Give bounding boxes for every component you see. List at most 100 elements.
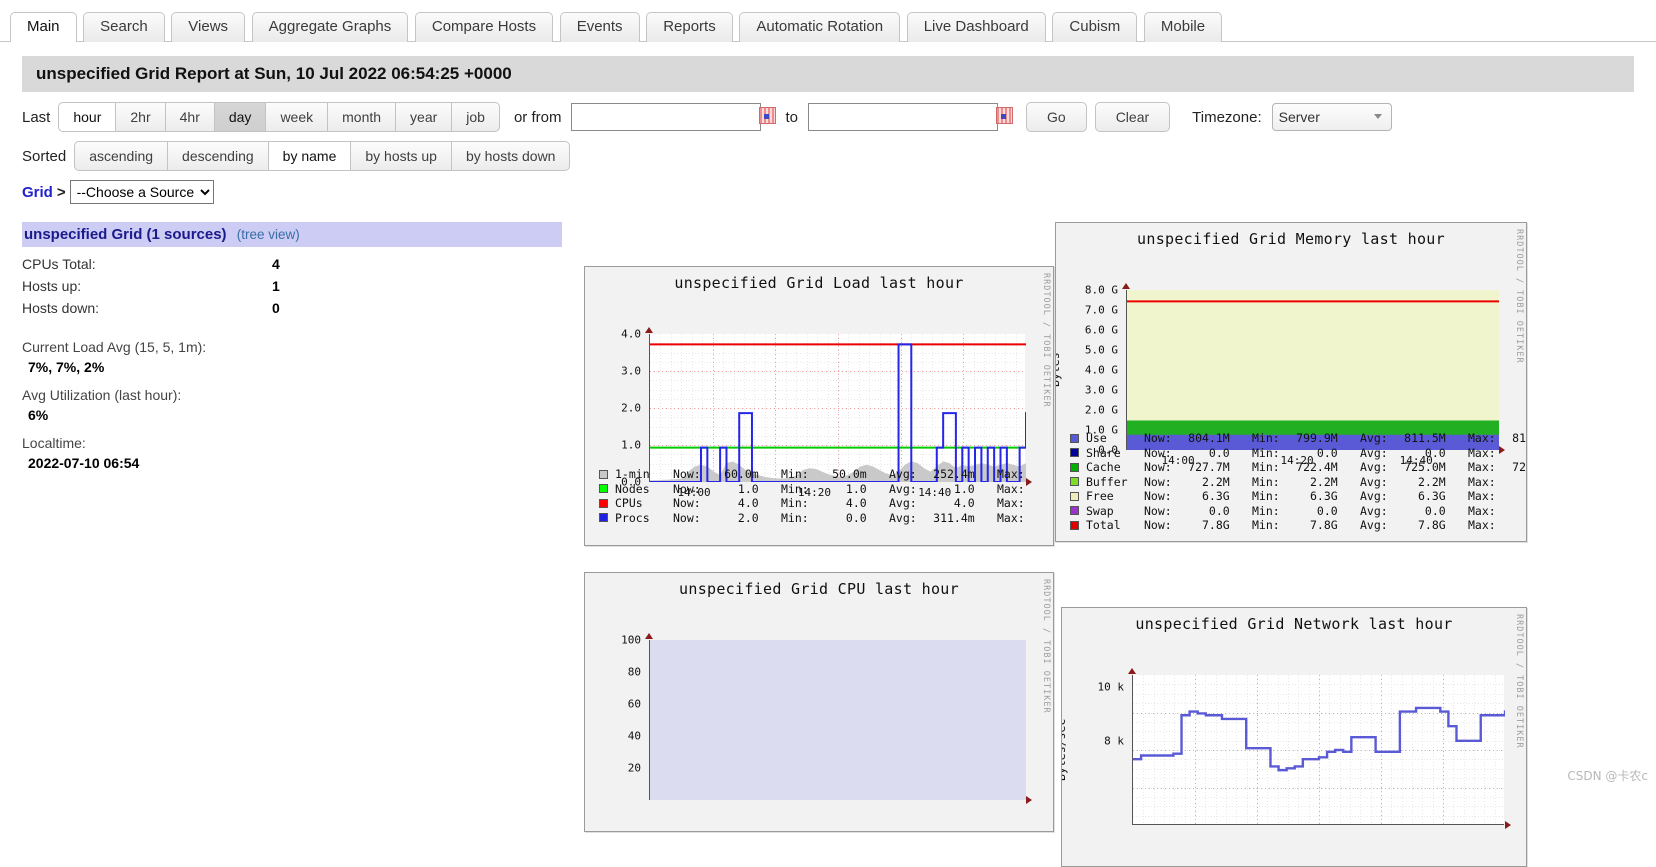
to-date-wrapper: [808, 103, 1013, 131]
range-4hr-button[interactable]: 4hr: [164, 102, 214, 132]
stat-value: 0: [272, 300, 280, 316]
legend-row: Total Now:7.8G Min:7.8G Avg:7.8G Max:7.8G: [1070, 518, 1526, 533]
tab-automatic-rotation[interactable]: Automatic Rotation: [739, 12, 901, 42]
legend-stat: Now: 727.7M: [1144, 460, 1230, 475]
tab-mobile[interactable]: Mobile: [1143, 12, 1223, 42]
sort-ascending-button[interactable]: ascending: [74, 141, 168, 171]
breadcrumb-grid-link[interactable]: Grid: [22, 184, 53, 201]
tab-reports[interactable]: Reports: [646, 12, 733, 42]
stat-row-hosts-down: Hosts down: 0: [22, 297, 562, 319]
source-select[interactable]: --Choose a Source: [69, 180, 214, 204]
tab-live-dashboard[interactable]: Live Dashboard: [906, 12, 1046, 42]
legend-row: Nodes Now:1.0 Min:1.0 Avg:1.0 Max:1.: [599, 481, 1053, 497]
from-date-input[interactable]: [571, 103, 762, 131]
report-controls: Last hour 2hr 4hr day week month year jo…: [0, 92, 1656, 204]
range-year-button[interactable]: year: [395, 102, 452, 132]
sorted-label: Sorted: [22, 147, 67, 165]
or-from-label: or from: [513, 108, 562, 126]
plot-canvas: [1126, 290, 1499, 450]
legend-color-swatch: [1070, 448, 1079, 458]
legend-color-swatch: [1070, 520, 1079, 530]
timezone-select[interactable]: Server: [1271, 103, 1392, 131]
legend-stat: Now: 4.0: [673, 496, 759, 511]
localtime-value: 2022-07-10 06:54: [28, 455, 140, 471]
legend-row: Free Now:6.3G Min:6.3G Avg:6.3G Max:6.3G: [1070, 489, 1526, 504]
last-label: Last: [22, 108, 51, 126]
stat-value: 4: [272, 256, 280, 272]
range-month-button[interactable]: month: [327, 102, 396, 132]
tab-aggregate-graphs[interactable]: Aggregate Graphs: [251, 12, 409, 42]
range-week-button[interactable]: week: [265, 102, 328, 132]
legend-row: Cache Now: 727.7M Min: 722.4M Avg: 725.0M Max: 7…: [1070, 460, 1526, 475]
plot-canvas: [649, 640, 1026, 800]
to-label: to: [785, 108, 798, 126]
page-watermark: CSDN @卡农c: [1567, 769, 1648, 783]
go-button[interactable]: Go: [1026, 102, 1087, 132]
legend-load: 1-min Now:60.0m Min:50.0m Avg:252.4m Max:810…: [599, 467, 1053, 525]
tab-main[interactable]: Main: [10, 12, 77, 42]
legend-series-name: Swap: [1086, 503, 1114, 518]
plot-canvas: [1132, 675, 1505, 825]
graph-panel-network[interactable]: unspecified Grid Network last hour RRDTO…: [1061, 607, 1527, 867]
to-date-input[interactable]: [808, 103, 998, 131]
tab-views[interactable]: Views: [171, 12, 246, 42]
legend-stat: Min: 799.9M: [1252, 431, 1338, 446]
timezone-select-wrapper: Server: [1262, 103, 1392, 131]
graph-panel-memory[interactable]: unspecified Grid Memory last hour RRDTOO…: [1055, 222, 1527, 542]
clear-button[interactable]: Clear: [1094, 102, 1171, 132]
legend-color-swatch: [1070, 462, 1079, 472]
legend-stat: Now: 0.0: [1144, 503, 1230, 518]
tab-compare-hosts[interactable]: Compare Hosts: [414, 12, 554, 42]
tab-events[interactable]: Events: [559, 12, 640, 42]
legend-stat: Min: 722.4M: [1252, 460, 1338, 475]
legend-stat: Max:7.8G: [1468, 518, 1496, 533]
range-hour-button[interactable]: hour: [58, 102, 116, 132]
range-job-button[interactable]: job: [451, 102, 500, 132]
legend-stat: Min: 1.0: [781, 481, 867, 496]
graph-panel-cpu[interactable]: unspecified Grid CPU last hour RRDTOOL /…: [584, 572, 1054, 832]
range-day-button[interactable]: day: [213, 102, 266, 132]
legend-stat: Min: 6.3G: [1252, 489, 1338, 504]
calendar-icon[interactable]: [759, 107, 777, 124]
localtime-label: Localtime:: [22, 435, 86, 451]
legend-stat: Min: 4.0: [781, 496, 867, 511]
y-axis-tick: 4.0 G: [1084, 363, 1118, 377]
axis-arrow-icon: [1026, 796, 1032, 804]
legend-stat: Avg: 4.0: [889, 496, 975, 511]
legend-stat: Max:2.2M: [1468, 474, 1496, 489]
legend-stat: Avg: 311.4m: [889, 510, 975, 525]
legend-series-name: 1-min: [615, 467, 650, 482]
legend-color-swatch: [599, 513, 608, 523]
tab-cubism[interactable]: Cubism: [1052, 12, 1138, 42]
plot-canvas: [649, 334, 1026, 482]
from-date-wrapper: [571, 103, 777, 131]
tab-search[interactable]: Search: [83, 12, 165, 42]
y-axis-tick: 40: [627, 729, 641, 743]
sort-by-hosts-up-button[interactable]: by hosts up: [350, 141, 451, 171]
sort-by-hosts-down-button[interactable]: by hosts down: [450, 141, 571, 171]
sort-descending-button[interactable]: descending: [167, 141, 268, 171]
grid-name: unspecified Grid (1 sources): [24, 226, 227, 243]
stat-row-cpus-total: CPUs Total: 4: [22, 253, 562, 275]
axis-arrow-icon: [1505, 821, 1511, 829]
legend-color-swatch: [1070, 506, 1079, 516]
y-axis-tick: 3.0: [621, 364, 641, 378]
y-axis-tick: 80: [627, 665, 641, 679]
legend-row: Swap Now:0.0 Min:0.0 Avg:0.0 Max:0.0: [1070, 503, 1526, 519]
tree-view-link[interactable]: (tree view): [237, 227, 300, 242]
legend-color-swatch: [599, 469, 608, 479]
y-axis-tick: 8 k: [1104, 734, 1124, 748]
sort-by-name-button[interactable]: by name: [267, 141, 351, 171]
sort-button-group: ascending descending by name by hosts up…: [74, 141, 571, 171]
legend-memory: Use Now:804.1M Min:799.9M Avg:811.5M Max:814…: [1070, 431, 1526, 533]
legend-stat: Min: 0.0: [1252, 503, 1338, 518]
calendar-icon[interactable]: [996, 107, 1013, 124]
graph-title-load: unspecified Grid Load last hour: [674, 274, 964, 292]
graph-panel-load[interactable]: unspecified Grid Load last hour RRDTOOL …: [584, 266, 1054, 546]
legend-stat: Min: 0.0: [1252, 445, 1338, 460]
legend-stat: Avg: 725.0M: [1360, 460, 1446, 475]
range-2hr-button[interactable]: 2hr: [115, 102, 165, 132]
legend-stat: Min: 2.2M: [1252, 474, 1338, 489]
legend-stat: Avg: 0.0: [1360, 503, 1446, 518]
legend-color-swatch: [1070, 477, 1079, 487]
